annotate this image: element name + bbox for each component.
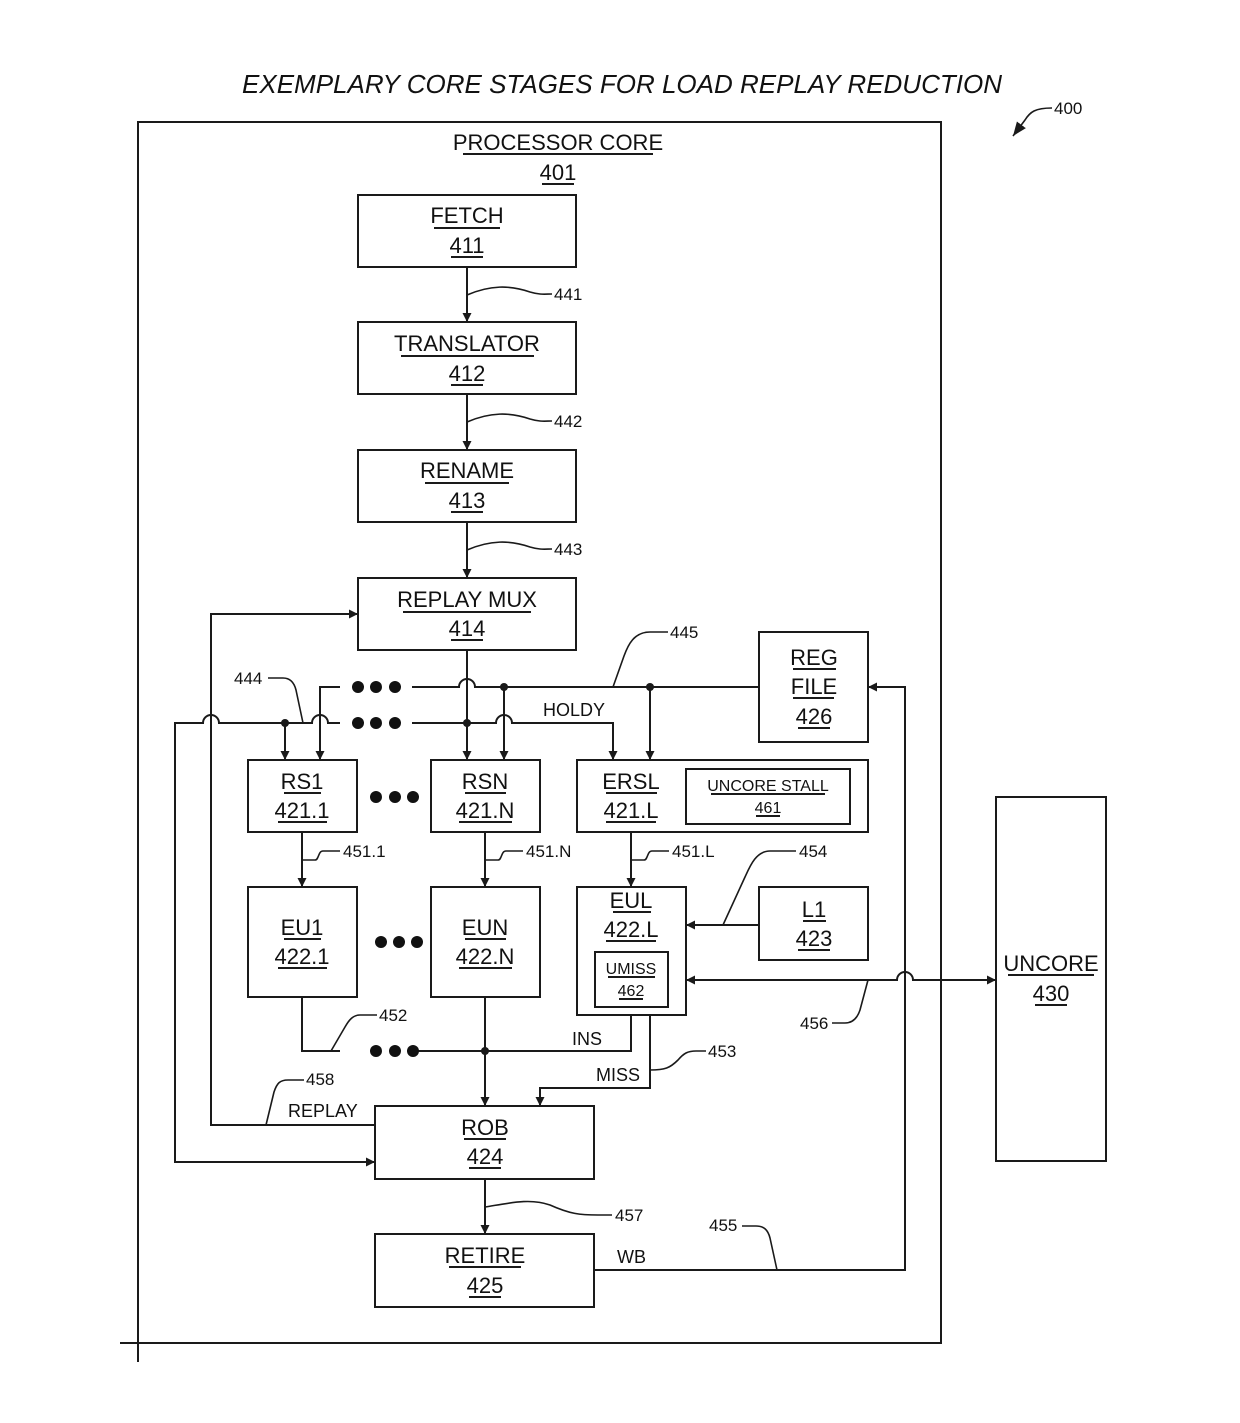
bus-dots-upper — [352, 681, 401, 693]
result-bus-dots — [370, 1045, 419, 1057]
svg-text:413: 413 — [449, 488, 486, 513]
svg-text:RS1: RS1 — [281, 769, 324, 794]
svg-text:ERSL: ERSL — [602, 769, 659, 794]
eu1-block: EU1 422.1 — [247, 886, 358, 998]
svg-text:412: 412 — [449, 361, 486, 386]
svg-text:ROB: ROB — [461, 1115, 509, 1140]
svg-text:444: 444 — [234, 669, 262, 688]
svg-text:TRANSLATOR: TRANSLATOR — [394, 331, 540, 356]
svg-text:458: 458 — [306, 1070, 334, 1089]
svg-text:FILE: FILE — [791, 674, 837, 699]
svg-text:443: 443 — [554, 540, 582, 559]
svg-text:454: 454 — [799, 842, 827, 861]
svg-text:411: 411 — [449, 233, 484, 258]
uncore-stall-block: UNCORE STALL 461 — [685, 768, 851, 825]
svg-text:422.L: 422.L — [603, 917, 658, 942]
svg-text:441: 441 — [554, 285, 582, 304]
svg-text:421.1: 421.1 — [274, 798, 329, 823]
umiss-block: UMISS 462 — [594, 951, 669, 1008]
svg-text:453: 453 — [708, 1042, 736, 1061]
svg-text:445: 445 — [670, 623, 698, 642]
svg-text:451.L: 451.L — [672, 842, 715, 861]
svg-text:REPLAY MUX: REPLAY MUX — [397, 587, 537, 612]
eu-dots — [375, 936, 423, 948]
reg-file-block: REG FILE 426 — [758, 631, 869, 743]
svg-text:462: 462 — [618, 983, 645, 1000]
translator-block: TRANSLATOR 412 — [357, 321, 577, 395]
eun-block: EUN 422.N — [430, 886, 541, 998]
svg-text:EU1: EU1 — [281, 915, 324, 940]
svg-text:UMISS: UMISS — [606, 961, 657, 978]
uncore-block: UNCORE 430 — [995, 796, 1107, 1162]
svg-text:451.N: 451.N — [526, 842, 571, 861]
svg-text:UNCORE: UNCORE — [1003, 951, 1098, 976]
svg-text:RENAME: RENAME — [420, 458, 514, 483]
rob-block: ROB 424 — [374, 1105, 595, 1180]
rename-block: RENAME 413 — [357, 449, 577, 523]
svg-text:PROCESSOR CORE: PROCESSOR CORE — [453, 130, 663, 155]
svg-text:424: 424 — [467, 1144, 504, 1169]
svg-text:EUL: EUL — [610, 888, 653, 913]
svg-text:456: 456 — [800, 1014, 828, 1033]
svg-text:455: 455 — [709, 1216, 737, 1235]
svg-text:401: 401 — [540, 160, 577, 185]
svg-text:EUN: EUN — [462, 915, 508, 940]
replay-mux-block: REPLAY MUX 414 — [357, 577, 577, 651]
svg-text:UNCORE STALL: UNCORE STALL — [707, 778, 829, 795]
l1-block: L1 423 — [758, 886, 869, 961]
svg-text:REG: REG — [790, 645, 838, 670]
rs1-block: RS1 421.1 — [247, 759, 358, 833]
svg-text:L1: L1 — [802, 897, 826, 922]
signal-ins: INS — [572, 1029, 602, 1049]
svg-text:RETIRE: RETIRE — [445, 1243, 526, 1268]
svg-text:421.N: 421.N — [456, 798, 515, 823]
svg-text:421.L: 421.L — [603, 798, 658, 823]
svg-text:451.1: 451.1 — [343, 842, 386, 861]
svg-text:422.N: 422.N — [456, 944, 515, 969]
figure-ref-400: 400 — [1012, 99, 1082, 137]
bus-dots-lower — [352, 717, 401, 729]
svg-text:425: 425 — [467, 1273, 504, 1298]
fetch-block: FETCH 411 — [357, 194, 577, 268]
retire-block: RETIRE 425 — [374, 1233, 595, 1308]
svg-text:442: 442 — [554, 412, 582, 431]
svg-text:400: 400 — [1054, 99, 1082, 118]
rsn-block: RSN 421.N — [430, 759, 541, 833]
svg-text:461: 461 — [755, 800, 782, 817]
signal-wb: WB — [617, 1247, 646, 1267]
svg-text:RSN: RSN — [462, 769, 508, 794]
svg-text:426: 426 — [796, 704, 833, 729]
svg-text:452: 452 — [379, 1006, 407, 1025]
rs-dots — [370, 791, 419, 803]
signal-holdy: HOLDY — [543, 700, 605, 720]
figure-title: EXEMPLARY CORE STAGES FOR LOAD REPLAY RE… — [242, 69, 1002, 99]
svg-text:430: 430 — [1033, 981, 1070, 1006]
svg-text:FETCH: FETCH — [430, 203, 503, 228]
signal-replay: REPLAY — [288, 1101, 358, 1121]
svg-text:423: 423 — [796, 926, 833, 951]
svg-text:414: 414 — [449, 616, 486, 641]
svg-text:422.1: 422.1 — [274, 944, 329, 969]
signal-miss: MISS — [596, 1065, 640, 1085]
svg-text:457: 457 — [615, 1206, 643, 1225]
diagram-canvas: EXEMPLARY CORE STAGES FOR LOAD REPLAY RE… — [120, 69, 1107, 1362]
